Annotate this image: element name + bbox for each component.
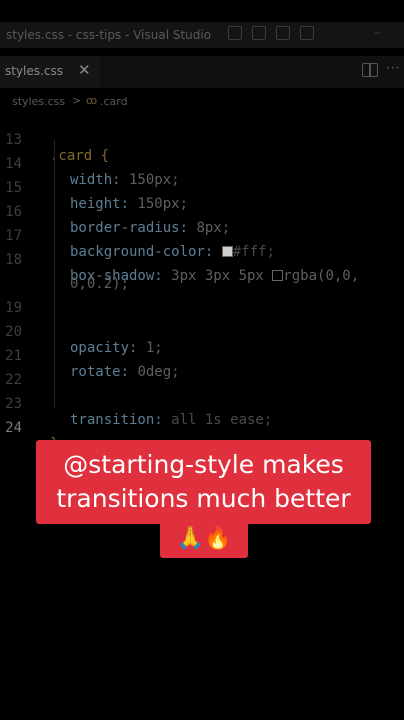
- caption-line-1: @starting-style makes: [63, 450, 344, 479]
- title-bar: styles.css - css-tips - Visual Studio –: [0, 22, 404, 48]
- breadcrumb-separator: >: [72, 94, 82, 107]
- line-number: 24: [5, 420, 22, 436]
- window-close-icon[interactable]: –: [374, 25, 381, 41]
- tab-styles-css[interactable]: styles.css ✕: [0, 56, 100, 88]
- status-bar-area: [0, 0, 404, 22]
- code-line: 13 .card {: [0, 116, 404, 164]
- breadcrumb: styles.css > ꝏ .card: [0, 92, 404, 112]
- code-line: 24 }: [0, 404, 404, 452]
- toggle-sidebar-icon[interactable]: [228, 26, 242, 40]
- caption-text: @starting-style makes transitions much b…: [36, 448, 371, 516]
- code-line: 22: [0, 356, 404, 388]
- toggle-secondary-sidebar-icon[interactable]: [276, 26, 290, 40]
- more-actions-icon[interactable]: ⋯: [386, 60, 400, 76]
- code-line-wrapped: 0,0.2);: [0, 260, 404, 292]
- code-line: 14 width: 150px;: [0, 140, 404, 188]
- code-line: 16 border-radius: 8px;: [0, 188, 404, 236]
- code-line: 15 height: 150px;: [0, 164, 404, 212]
- caption-emoji: 🙏🔥: [176, 526, 232, 551]
- tab-label: styles.css: [5, 64, 63, 78]
- caption-line-2: transitions much better: [56, 484, 351, 513]
- selector-symbol-icon: ꝏ: [86, 94, 98, 107]
- breadcrumb-file[interactable]: styles.css: [12, 95, 65, 108]
- window-title: styles.css - css-tips - Visual Studio: [6, 28, 212, 42]
- code-line: 21 rotate: 0deg;: [0, 332, 404, 380]
- breadcrumb-symbol[interactable]: .card: [100, 95, 128, 108]
- code-line: 20 opacity: 1;: [0, 308, 404, 356]
- code-line: 17 background-color: #fff;: [0, 212, 404, 260]
- code-editor[interactable]: 13 .card { 14 width: 150px; 15 height: 1…: [0, 116, 404, 452]
- toggle-panel-icon[interactable]: [252, 26, 266, 40]
- customize-layout-icon[interactable]: [300, 26, 314, 40]
- layout-controls: [228, 26, 314, 40]
- indent-guide: [54, 140, 55, 408]
- editor-tab-bar: styles.css ✕ ⋯: [0, 56, 404, 88]
- tab-close-icon[interactable]: ✕: [78, 61, 91, 79]
- code-line: 18 box-shadow: 3px 3px 5px rgba(0,0,: [0, 236, 404, 284]
- split-editor-icon[interactable]: [362, 63, 378, 77]
- code-line: 19: [0, 284, 404, 316]
- code-line: 23 transition: all 1s ease;: [0, 380, 404, 428]
